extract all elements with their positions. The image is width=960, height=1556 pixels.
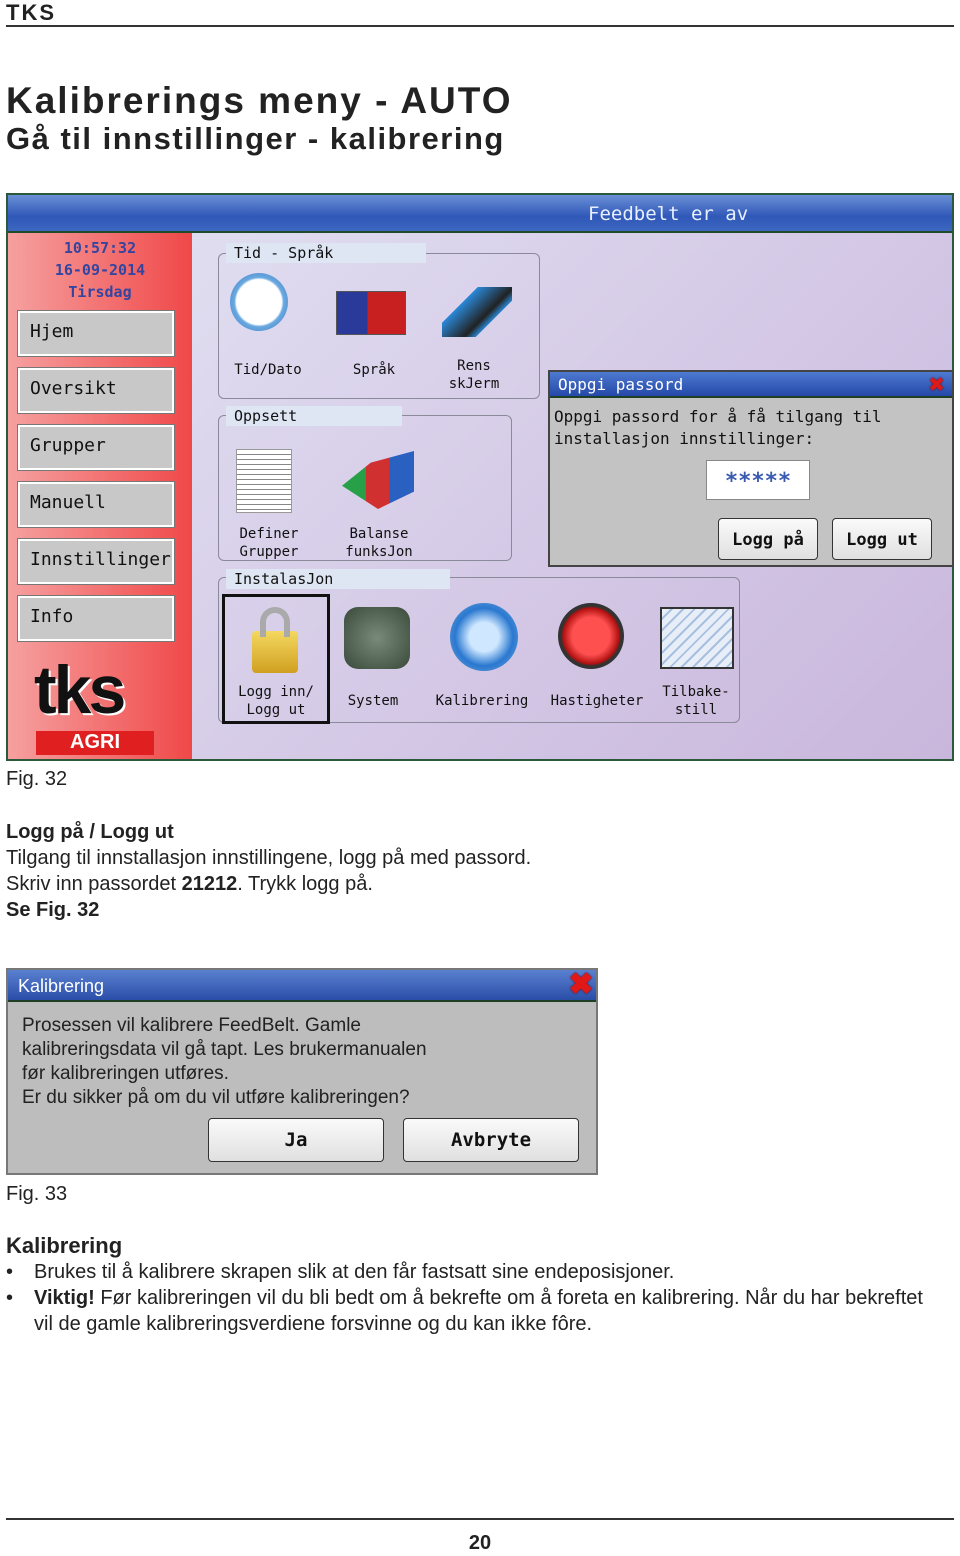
- menu-grupper[interactable]: Grupper: [17, 424, 175, 471]
- close-icon[interactable]: ✖: [924, 372, 950, 398]
- status-bar: Feedbelt er av: [8, 195, 952, 233]
- menu-innstillinger[interactable]: Innstillinger: [17, 538, 175, 585]
- dialog-title: Kalibrering: [18, 976, 105, 996]
- status-text: Feedbelt er av: [588, 203, 749, 225]
- paragraph: Tilgang til innstallasjon innstillingene…: [6, 847, 532, 869]
- close-icon[interactable]: ✖: [568, 970, 594, 1000]
- message-line: Er du sikker på om du vil utføre kalibre…: [22, 1087, 410, 1108]
- dialog-message: Prosessen vil kalibrere FeedBelt. Gamle …: [22, 1014, 427, 1110]
- item-tid-dato[interactable]: Tid/Dato: [222, 361, 314, 379]
- item-definer-grupper[interactable]: Definer Grupper: [224, 525, 314, 561]
- document-icon: [236, 449, 292, 513]
- item-tilbakestill[interactable]: Tilbake- still: [654, 683, 738, 719]
- page-title: Kalibrerings meny - AUTO: [6, 80, 513, 121]
- item-sprak[interactable]: Språk: [328, 361, 420, 379]
- text: Skriv inn passordet: [6, 873, 182, 895]
- group-label: Oppsett: [226, 406, 402, 426]
- password-dialog: Oppgi passord ✖ Oppgi passord for å få ti…: [548, 370, 954, 567]
- item-kalibrering[interactable]: Kalibrering: [426, 692, 538, 710]
- login-button[interactable]: Logg på: [718, 518, 818, 560]
- clock-date: 16-09-2014: [54, 261, 146, 279]
- paragraph: Skriv inn passordet 21212. Trykk logg på…: [6, 871, 946, 897]
- flag-icon: [336, 291, 406, 335]
- cancel-button[interactable]: Avbryte: [403, 1118, 579, 1162]
- section-heading: Kalibrering: [6, 1233, 123, 1258]
- dialog-message: Oppgi passord for å få tilgang til insta…: [554, 407, 882, 448]
- sidebar: 10:57:32 16-09-2014 Tirsdag Hjem Oversik…: [8, 233, 192, 759]
- clock-day: Tirsdag: [68, 283, 132, 301]
- menu-hjem[interactable]: Hjem: [17, 310, 175, 357]
- group-label: Tid - Språk: [226, 243, 426, 263]
- password-input[interactable]: *****: [706, 460, 810, 500]
- text: . Trykk logg på.: [237, 873, 373, 895]
- bullet-item: • Brukes til å kalibrere skrapen slik at …: [6, 1261, 675, 1283]
- bullet-text: Før kalibreringen vil du bli bedt om å b…: [34, 1287, 923, 1335]
- item-balanse-funksjon[interactable]: Balanse funksJon: [334, 525, 424, 561]
- dialog-title: Oppgi passord: [558, 375, 684, 394]
- lock-icon: [252, 631, 298, 673]
- group-label: InstalasJon: [226, 569, 450, 589]
- clock-time: 10:57:32: [63, 239, 137, 257]
- page-subtitle: Gå til innstillinger - kalibrering: [6, 121, 505, 156]
- bullet-item: • Viktig! Før kalibreringen vil du bli be…: [6, 1287, 923, 1335]
- reset-icon: [660, 607, 734, 669]
- message-line: Prosessen vil kalibrere FeedBelt. Gamle: [22, 1015, 361, 1036]
- logout-button[interactable]: Logg ut: [832, 518, 932, 560]
- brand-header: TKS: [6, 0, 56, 25]
- header-divider: [6, 25, 954, 27]
- dialog-titlebar: Kalibrering ✖: [8, 970, 596, 1002]
- speedometer-icon: [558, 603, 624, 669]
- item-logg-inn-ut[interactable]: Logg inn/ Logg ut: [226, 683, 326, 719]
- menu-info[interactable]: Info: [17, 595, 175, 642]
- agri-logo: AGRI: [36, 731, 154, 755]
- section-heading: Logg på / Logg ut: [6, 821, 174, 843]
- footer-divider: [6, 1518, 954, 1520]
- fig33-caption: Fig. 33: [6, 1183, 68, 1205]
- clean-screen-icon: [442, 287, 512, 337]
- bullet-text: Brukes til å kalibrere skrapen slik at d…: [34, 1261, 675, 1283]
- fig32-screenshot: Feedbelt er av 10:57:32 16-09-2014 Tirsd…: [6, 193, 954, 761]
- clock-icon: [230, 273, 288, 331]
- section-calibration: Kalibrering • Brukes til å kalibrere skra…: [6, 1233, 946, 1337]
- message-line: før kalibreringen utføres.: [22, 1063, 229, 1084]
- lock-shackle: [260, 607, 290, 637]
- password-value: 21212: [181, 873, 238, 895]
- yes-button[interactable]: Ja: [208, 1118, 384, 1162]
- section-login: Logg på / Logg ut Tilgang til innstallas…: [6, 819, 946, 923]
- system-icon: [344, 607, 410, 669]
- message-line: kalibreringsdata vil gå tapt. Les bruker…: [22, 1039, 427, 1060]
- item-rens-skjerm[interactable]: Rens skJerm: [428, 357, 520, 393]
- figure-reference: Se Fig. 32: [6, 899, 100, 921]
- calibration-gear-icon: [450, 603, 518, 671]
- item-system[interactable]: System: [336, 692, 410, 710]
- tks-logo: tks: [34, 652, 126, 728]
- calibration-dialog: Kalibrering ✖ Prosessen vil kalibrere Fee…: [6, 968, 598, 1175]
- dialog-titlebar: Oppgi passord ✖: [550, 372, 952, 398]
- page-number: 20: [468, 1532, 492, 1554]
- fig32-caption: Fig. 32: [6, 768, 68, 790]
- bullet-emphasis: Viktig!: [34, 1287, 95, 1309]
- menu-manuell[interactable]: Manuell: [17, 481, 175, 528]
- item-hastigheter[interactable]: Hastigheter: [542, 692, 652, 710]
- menu-oversikt[interactable]: Oversikt: [17, 367, 175, 414]
